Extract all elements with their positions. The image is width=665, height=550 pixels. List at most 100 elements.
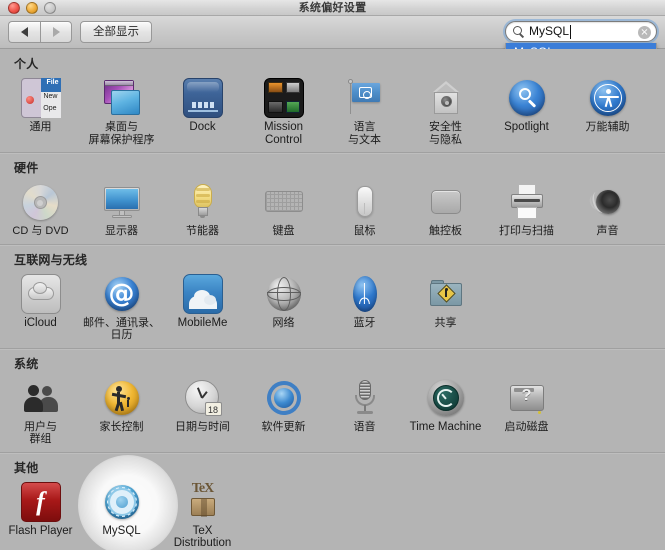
pref-pane-label: Dock — [163, 121, 243, 134]
pref-pane-label: Flash Player — [1, 525, 81, 538]
displays-icon — [102, 182, 142, 222]
pref-pane-label: MobileMe — [163, 317, 243, 330]
pref-pane-label: 安全性与隐私 — [406, 121, 486, 146]
pref-pane-label: 键盘 — [244, 225, 324, 238]
mouse-icon — [345, 182, 385, 222]
pref-pane-software-update[interactable]: 软件更新 — [243, 376, 324, 446]
navigation-buttons — [8, 21, 72, 43]
pref-pane-energy-saver[interactable]: 节能器 — [162, 180, 243, 238]
software-update-icon — [264, 378, 304, 418]
mysql-icon — [102, 482, 142, 522]
search-icon — [513, 26, 526, 39]
mail-contacts-calendars-icon: @ — [102, 274, 142, 314]
desktop-screensaver-icon — [102, 78, 142, 118]
pref-pane-mail-contacts-calendars[interactable]: @邮件、通讯录、日历 — [81, 272, 162, 342]
icon-grid-personal: FileNewOpe 通用桌面与屏幕保护程序DockMissionControl语… — [0, 74, 665, 152]
pref-pane-label: 节能器 — [163, 225, 243, 238]
section-personal: 个人 FileNewOpe 通用桌面与屏幕保护程序DockMissionContro… — [0, 49, 665, 152]
text-caret — [570, 25, 571, 39]
spotlight-icon — [507, 78, 547, 118]
dock-icon — [183, 78, 223, 118]
pref-pane-label: MissionControl — [244, 121, 324, 146]
forward-arrow-icon — [53, 27, 60, 37]
preferences-grid: 个人 FileNewOpe 通用桌面与屏幕保护程序DockMissionContro… — [0, 49, 665, 550]
pref-pane-label: 通用 — [1, 121, 81, 134]
pref-pane-keyboard[interactable]: 键盘 — [243, 180, 324, 238]
general-icon: FileNewOpe — [21, 78, 61, 118]
section-system: 系统用户与群组家长控制18日期与时间软件更新语音Time Machine?启动磁… — [0, 348, 665, 452]
section-title-internet-wireless: 互联网与无线 — [0, 245, 665, 270]
pref-pane-general[interactable]: FileNewOpe 通用 — [0, 76, 81, 146]
pref-pane-label: 用户与群组 — [1, 421, 81, 446]
section-internet-wireless: 互联网与无线iCloud@邮件、通讯录、日历MobileMe网络ᛦ蓝牙共享 — [0, 244, 665, 348]
pref-pane-displays[interactable]: 显示器 — [81, 180, 162, 238]
pref-pane-parental-controls[interactable]: 家长控制 — [81, 376, 162, 446]
pref-pane-label: TeXDistribution — [163, 525, 243, 550]
pref-pane-trackpad[interactable]: 触控板 — [405, 180, 486, 238]
pref-pane-label: 语言与文本 — [325, 121, 405, 146]
users-groups-icon — [21, 378, 61, 418]
startup-disk-icon: ? — [507, 378, 547, 418]
pref-pane-label: 日期与时间 — [163, 421, 243, 434]
speech-icon — [345, 378, 385, 418]
pref-pane-sharing[interactable]: 共享 — [405, 272, 486, 342]
pref-pane-bluetooth[interactable]: ᛦ蓝牙 — [324, 272, 405, 342]
cd-dvd-icon — [21, 182, 61, 222]
clear-search-button[interactable]: × — [638, 26, 651, 39]
pref-pane-speech[interactable]: 语音 — [324, 376, 405, 446]
pref-pane-users-groups[interactable]: 用户与群组 — [0, 376, 81, 446]
pref-pane-dock[interactable]: Dock — [162, 76, 243, 146]
show-all-button[interactable]: 全部显示 — [80, 21, 152, 43]
pref-pane-mouse[interactable]: 鼠标 — [324, 180, 405, 238]
pref-pane-label: 万能辅助 — [568, 121, 648, 134]
pref-pane-tex-distribution[interactable]: TeX TeXDistribution — [162, 480, 243, 550]
section-hardware: 硬件CD 与 DVD显示器节能器键盘鼠标触控板打印与扫描声音 — [0, 152, 665, 244]
parental-controls-icon — [102, 378, 142, 418]
pref-pane-cd-dvd[interactable]: CD 与 DVD — [0, 180, 81, 238]
search-field[interactable]: × — [505, 21, 657, 42]
section-other: 其他fFlash PlayerMySQLTeXTeXDistribution — [0, 452, 665, 550]
sound-icon — [588, 182, 628, 222]
back-button[interactable] — [8, 21, 40, 43]
pref-pane-time-machine[interactable]: Time Machine — [405, 376, 486, 446]
section-title-personal: 个人 — [0, 49, 665, 74]
pref-pane-label: 触控板 — [406, 225, 486, 238]
pref-pane-label: MySQL — [82, 525, 162, 538]
pref-pane-flash-player[interactable]: f Flash Player — [0, 480, 81, 550]
pref-pane-security-privacy[interactable]: 安全性与隐私 — [405, 76, 486, 146]
pref-pane-mysql[interactable]: MySQL — [81, 480, 162, 550]
toolbar: 全部显示 × MySQL — [0, 16, 665, 49]
window-titlebar: 系统偏好设置 — [0, 0, 665, 16]
pref-pane-label: 桌面与屏幕保护程序 — [82, 121, 162, 146]
pref-pane-mobileme[interactable]: MobileMe — [162, 272, 243, 342]
date-time-icon: 18 — [183, 378, 223, 418]
calendar-day-badge: 18 — [205, 402, 222, 416]
bluetooth-icon: ᛦ — [345, 274, 385, 314]
pref-pane-language-text[interactable]: 语言与文本 — [324, 76, 405, 146]
pref-pane-label: 鼠标 — [325, 225, 405, 238]
pref-pane-spotlight[interactable]: Spotlight — [486, 76, 567, 146]
pref-pane-universal-access[interactable]: 万能辅助 — [567, 76, 648, 146]
tex-distribution-icon: TeX — [183, 482, 223, 522]
time-machine-icon — [426, 378, 466, 418]
pref-pane-startup-disk[interactable]: ?启动磁盘 — [486, 376, 567, 446]
pref-pane-date-time[interactable]: 18 日期与时间 — [162, 376, 243, 446]
forward-button[interactable] — [40, 21, 72, 43]
pref-pane-icloud[interactable]: iCloud — [0, 272, 81, 342]
pref-pane-network[interactable]: 网络 — [243, 272, 324, 342]
pref-pane-print-scan[interactable]: 打印与扫描 — [486, 180, 567, 238]
security-privacy-icon — [426, 78, 466, 118]
language-text-icon — [345, 78, 385, 118]
flash-player-icon: f — [21, 482, 61, 522]
pref-pane-label: 语音 — [325, 421, 405, 434]
pref-pane-sound[interactable]: 声音 — [567, 180, 648, 238]
pref-pane-desktop-screensaver[interactable]: 桌面与屏幕保护程序 — [81, 76, 162, 146]
energy-saver-icon — [183, 182, 223, 222]
print-scan-icon — [507, 182, 547, 222]
icon-grid-internet-wireless: iCloud@邮件、通讯录、日历MobileMe网络ᛦ蓝牙共享 — [0, 270, 665, 348]
window-title: 系统偏好设置 — [0, 0, 665, 16]
pref-pane-label: 声音 — [568, 225, 648, 238]
search-input[interactable] — [529, 22, 634, 41]
mission-control-icon — [264, 78, 304, 118]
pref-pane-mission-control[interactable]: MissionControl — [243, 76, 324, 146]
